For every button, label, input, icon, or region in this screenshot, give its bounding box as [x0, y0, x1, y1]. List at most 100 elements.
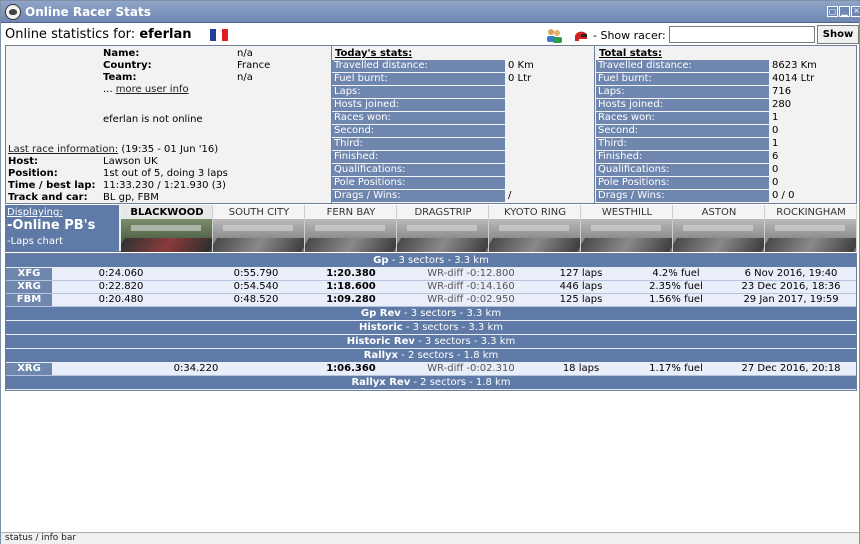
stat-row: Qualifications:: [332, 164, 594, 177]
time-key: Time / best lap:: [8, 180, 96, 191]
config-name: Gp: [373, 255, 389, 266]
total-stats-heading: Total stats:: [599, 48, 663, 59]
status-bar: status / info bar: [1, 532, 859, 544]
more-user-info-link[interactable]: more user info: [116, 84, 189, 95]
stat-row: Laps: 716: [596, 86, 856, 99]
minimize-button[interactable]: ▁: [839, 6, 850, 17]
stat-value: 4014 Ltr: [772, 73, 815, 84]
name-key: Name:: [103, 48, 140, 59]
window-title: Online Racer Stats: [25, 5, 151, 19]
track-name: KYOTO RING: [504, 207, 566, 218]
config-info: - 3 sectors - 3.3 km: [414, 336, 516, 347]
pb-row: FBM 0:20.480 0:48.520 1:09.280 WR-diff -0:02…: [6, 294, 856, 307]
car-code: XFG: [6, 268, 52, 280]
track-tab-rockingham[interactable]: ROCKINGHAM: [765, 205, 857, 252]
friends-icon[interactable]: [545, 27, 563, 43]
pb-date: 27 Dec 2016, 20:18: [741, 363, 841, 374]
track-value: BL gp, FBM: [103, 192, 159, 203]
show-racer-input[interactable]: [669, 26, 815, 43]
online-stats-heading: Online statistics for: eferlan: [5, 27, 192, 42]
stat-label: Finished:: [596, 151, 769, 163]
stat-value: /: [508, 190, 512, 201]
stat-value: 0: [772, 164, 779, 175]
stat-value: 280: [772, 99, 792, 110]
stat-value: 716: [772, 86, 792, 97]
car-code: FBM: [6, 294, 52, 306]
sector-split: 0:55.790: [233, 268, 279, 279]
track-thumbnail: [765, 219, 856, 252]
stat-label: Pole Positions:: [332, 177, 505, 189]
config-band: Historic - 3 sectors - 3.3 km: [6, 321, 856, 334]
config-name: Rallyx Rev: [351, 377, 411, 388]
fuel-usage: 1.56% fuel: [649, 294, 703, 305]
stat-label: Qualifications:: [332, 164, 505, 176]
stat-row: Hosts joined:: [332, 99, 594, 112]
track-tab-westhill[interactable]: WESTHILL: [581, 205, 673, 252]
stat-value: [506, 86, 508, 98]
title-bar: Online Racer Stats ▢ ▁ ×: [1, 1, 860, 23]
track-name: FERN BAY: [326, 207, 376, 218]
name-row: Name:: [103, 48, 139, 59]
header-row: Online statistics for: eferlan - Show ra…: [5, 25, 859, 45]
track-tab-fern-bay[interactable]: FERN BAY: [305, 205, 397, 252]
stat-value: [506, 99, 508, 111]
track-tab-south-city[interactable]: SOUTH CITY: [213, 205, 305, 252]
stat-value: [506, 151, 508, 163]
stat-value: [506, 164, 508, 176]
config-band: Gp - 3 sectors - 3.3 km: [6, 254, 856, 267]
show-racer-label: - Show racer:: [593, 29, 666, 42]
stat-label: Laps:: [596, 86, 769, 98]
car-code: XRG: [6, 281, 52, 293]
stat-label: Travelled distance:: [332, 60, 505, 72]
online-pbs-mode[interactable]: -Online PB's: [7, 218, 95, 233]
host-key: Host:: [8, 156, 38, 167]
config-info: - 2 sectors - 1.8 km: [410, 377, 511, 388]
track-tab-dragstrip[interactable]: DRAGSTRIP: [397, 205, 489, 252]
sector-split: 0:22.820: [98, 281, 144, 292]
stat-row: Laps:: [332, 86, 594, 99]
stat-row: Pole Positions:: [332, 177, 594, 190]
lap-time: 1:06.360: [326, 363, 376, 374]
last-race-row: Last race information: (19:35 - 01 Jun '…: [8, 144, 218, 155]
pb-row: XRG 0:22.820 0:54.540 1:18.600 WR-diff -0:14…: [6, 281, 856, 294]
stat-row: Races won: 1: [596, 112, 856, 125]
stat-row: Finished:: [332, 151, 594, 164]
position-key: Position:: [8, 168, 58, 179]
stats-panel: Name: n/a Country: France Team: n/a ... …: [5, 45, 857, 204]
track-selector: Displaying: -Online PB's -Laps chart BLA…: [5, 205, 857, 252]
helmet-icon[interactable]: [573, 27, 589, 43]
lap-time: 1:18.600: [326, 281, 376, 292]
restore-button[interactable]: ▢: [827, 6, 838, 17]
stat-value: 6: [772, 151, 779, 162]
track-thumbnail: [673, 219, 764, 252]
lap-count: 446 laps: [559, 281, 603, 292]
stat-label: Finished:: [332, 151, 505, 163]
personal-bests-table: Gp - 3 sectors - 3.3 km XFG 0:24.060 0:55.7…: [5, 253, 857, 391]
close-button[interactable]: ×: [851, 6, 860, 17]
show-button[interactable]: Show: [817, 25, 859, 44]
config-info: - 2 sectors - 1.8 km: [397, 350, 499, 361]
track-tab-kyoto-ring[interactable]: KYOTO RING: [489, 205, 581, 252]
stat-value: 0: [772, 177, 779, 188]
track-name: WESTHILL: [601, 207, 653, 218]
wr-diff: WR-diff -0:02.950: [427, 294, 515, 305]
last-race-link[interactable]: Last race information:: [8, 144, 118, 155]
stat-value: 8623 Km: [772, 60, 817, 71]
online-status: eferlan is not online: [103, 114, 203, 125]
country-value: France: [237, 60, 271, 71]
stat-label: Travelled distance:: [596, 60, 769, 72]
stat-value: 0 / 0: [772, 190, 795, 201]
today-stats-pane: Today's stats: Travelled distance: 0 Km Fu…: [332, 46, 595, 203]
sector-split: 0:34.220: [173, 363, 219, 374]
sector-split: 0:20.480: [98, 294, 144, 305]
track-tab-aston[interactable]: ASTON: [673, 205, 765, 252]
track-tab-blackwood[interactable]: BLACKWOOD: [121, 205, 213, 252]
wr-diff: WR-diff -0:14.160: [427, 281, 515, 292]
config-info: - 3 sectors - 3.3 km: [402, 322, 503, 333]
stat-row: Hosts joined: 280: [596, 99, 856, 112]
laps-chart-mode[interactable]: -Laps chart: [7, 236, 63, 247]
stat-label: Laps:: [332, 86, 505, 98]
stat-label: Pole Positions:: [596, 177, 769, 189]
team-row: Team:: [103, 72, 136, 83]
lap-count: 127 laps: [559, 268, 603, 279]
